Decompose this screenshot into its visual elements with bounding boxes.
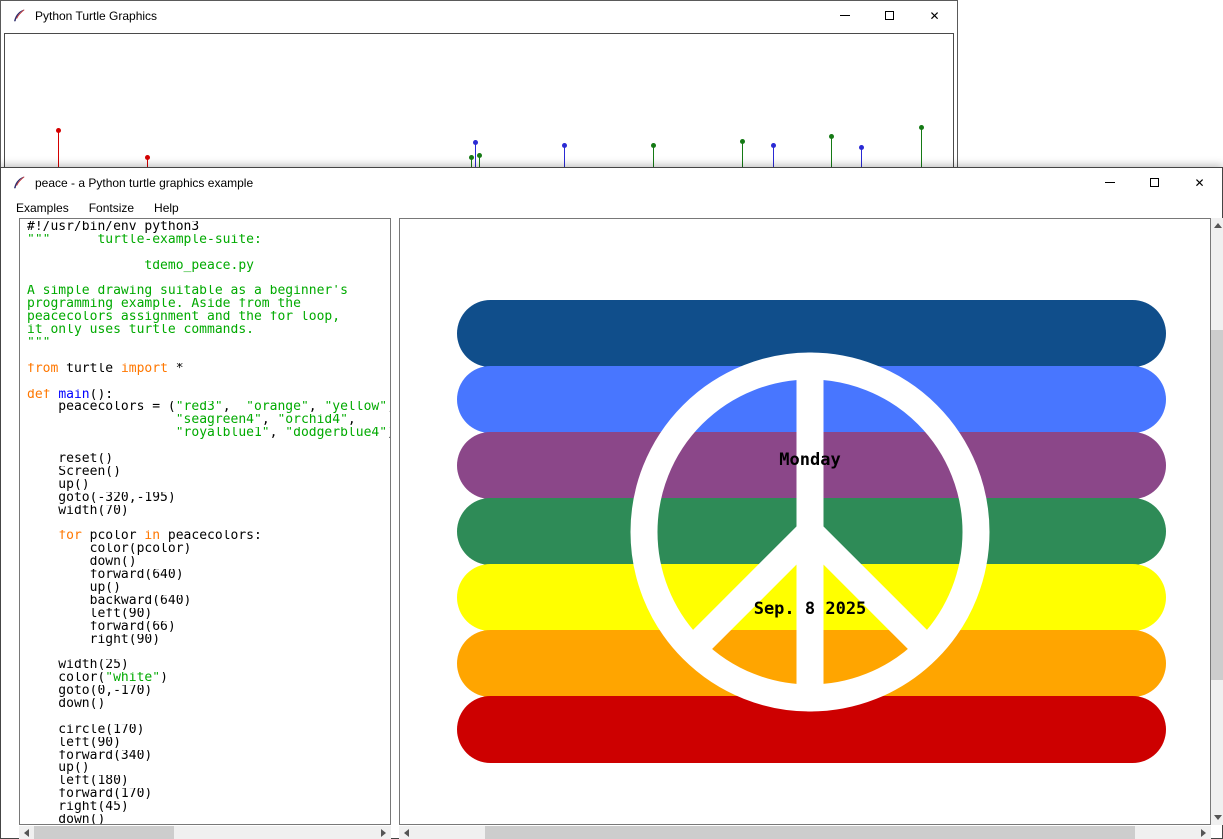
code-view[interactable]: #!/usr/bin/env python3""" turtle-example… — [19, 218, 391, 825]
scroll-up-button[interactable] — [1211, 218, 1223, 233]
code-line: right(45) — [27, 801, 390, 814]
code-line — [27, 517, 390, 530]
minimize-icon — [1105, 182, 1115, 183]
code-line — [27, 273, 390, 286]
peace-symbol — [400, 219, 1210, 824]
front-window: peace - a Python turtle graphics example… — [0, 167, 1223, 839]
code-line: from turtle import * — [27, 363, 390, 376]
menubar: Examples Fontsize Help — [1, 197, 1222, 218]
code-line: circle(170) — [27, 724, 390, 737]
code-line: color(pcolor) — [27, 543, 390, 556]
code-line — [27, 350, 390, 363]
canvas-hscroll-thumb[interactable] — [485, 826, 1135, 839]
code-line: A simple drawing suitable as a beginner'… — [27, 285, 390, 298]
front-minimize-button[interactable] — [1087, 168, 1132, 197]
code-line: forward(640) — [27, 569, 390, 582]
code-hscrollbar[interactable] — [19, 826, 391, 839]
back-close-button[interactable]: ✕ — [912, 1, 957, 30]
code-line: left(90) — [27, 608, 390, 621]
arrow-right-icon — [1201, 829, 1206, 837]
scroll-left-button[interactable] — [399, 826, 414, 839]
maximize-icon — [885, 11, 894, 20]
code-line — [27, 440, 390, 453]
code-line: up() — [27, 479, 390, 492]
code-line — [27, 646, 390, 659]
code-line: left(180) — [27, 775, 390, 788]
arrow-left-icon — [404, 829, 409, 837]
scroll-right-button[interactable] — [376, 826, 391, 839]
front-window-titlebar[interactable]: peace - a Python turtle graphics example… — [1, 168, 1222, 197]
arrow-down-icon — [1214, 815, 1222, 820]
arrow-right-icon — [381, 829, 386, 837]
back-window-title: Python Turtle Graphics — [35, 9, 157, 23]
code-line: Screen() — [27, 466, 390, 479]
menu-examples[interactable]: Examples — [9, 199, 76, 217]
turtle-canvas-demo[interactable]: Monday Sep. 8 2025 — [399, 218, 1211, 825]
code-line — [27, 711, 390, 724]
menu-fontsize[interactable]: Fontsize — [82, 199, 141, 217]
canvas-vscrollbar[interactable] — [1211, 218, 1223, 825]
arrow-left-icon — [24, 829, 29, 837]
back-window-titlebar[interactable]: Python Turtle Graphics ✕ — [1, 1, 957, 30]
code-line: color("white") — [27, 672, 390, 685]
maximize-icon — [1150, 178, 1159, 187]
back-minimize-button[interactable] — [822, 1, 867, 30]
minimize-icon — [840, 15, 850, 16]
front-close-button[interactable]: ✕ — [1177, 168, 1222, 197]
turtle-canvas-back — [4, 33, 954, 168]
canvas-hscrollbar[interactable] — [399, 826, 1211, 839]
code-line: programming example. Aside from the — [27, 298, 390, 311]
code-line: "royalblue1", "dodgerblue4") — [27, 427, 390, 440]
code-line — [27, 376, 390, 389]
tk-feather-icon — [11, 8, 27, 24]
code-line: down() — [27, 698, 390, 711]
code-line: peacecolors = ("red3", "orange", "yellow… — [27, 401, 390, 414]
code-line: up() — [27, 582, 390, 595]
front-window-title: peace - a Python turtle graphics example — [35, 176, 253, 190]
code-line — [27, 247, 390, 260]
code-line: down() — [27, 814, 390, 825]
front-maximize-button[interactable] — [1132, 168, 1177, 197]
close-icon: ✕ — [1194, 177, 1204, 189]
canvas-vscroll-thumb[interactable] — [1211, 330, 1223, 680]
code-line: goto(0,-170) — [27, 685, 390, 698]
code-line: right(90) — [27, 634, 390, 647]
code-line: left(90) — [27, 737, 390, 750]
date-label: Sep. 8 2025 — [754, 599, 867, 619]
scroll-down-button[interactable] — [1211, 810, 1223, 825]
arrow-up-icon — [1214, 223, 1222, 228]
code-hscroll-thumb[interactable] — [34, 826, 174, 839]
code-line: down() — [27, 556, 390, 569]
code-line: """ — [27, 337, 390, 350]
code-line: for pcolor in peacecolors: — [27, 530, 390, 543]
code-line: width(25) — [27, 659, 390, 672]
code-text: #!/usr/bin/env python3""" turtle-example… — [27, 221, 390, 825]
code-line: reset() — [27, 453, 390, 466]
back-maximize-button[interactable] — [867, 1, 912, 30]
code-line: it only uses turtle commands. — [27, 324, 390, 337]
menu-help[interactable]: Help — [147, 199, 186, 217]
code-line: width(70) — [27, 505, 390, 518]
scroll-left-button[interactable] — [19, 826, 34, 839]
code-line: forward(170) — [27, 788, 390, 801]
code-line: peacecolors assignment and the for loop, — [27, 311, 390, 324]
code-line: tdemo_peace.py — [27, 260, 390, 273]
code-line: backward(640) — [27, 595, 390, 608]
code-line: goto(-320,-195) — [27, 492, 390, 505]
tk-feather-icon — [11, 175, 27, 191]
code-line: forward(340) — [27, 750, 390, 763]
code-line: """ turtle-example-suite: — [27, 234, 390, 247]
close-icon: ✕ — [929, 10, 939, 22]
weekday-label: Monday — [779, 450, 840, 470]
code-line: forward(66) — [27, 621, 390, 634]
code-line: "seagreen4", "orchid4", — [27, 414, 390, 427]
code-line: up() — [27, 762, 390, 775]
code-line: def main(): — [27, 389, 390, 402]
back-window: Python Turtle Graphics ✕ — [0, 0, 958, 168]
scroll-right-button[interactable] — [1196, 826, 1211, 839]
code-line: #!/usr/bin/env python3 — [27, 221, 390, 234]
